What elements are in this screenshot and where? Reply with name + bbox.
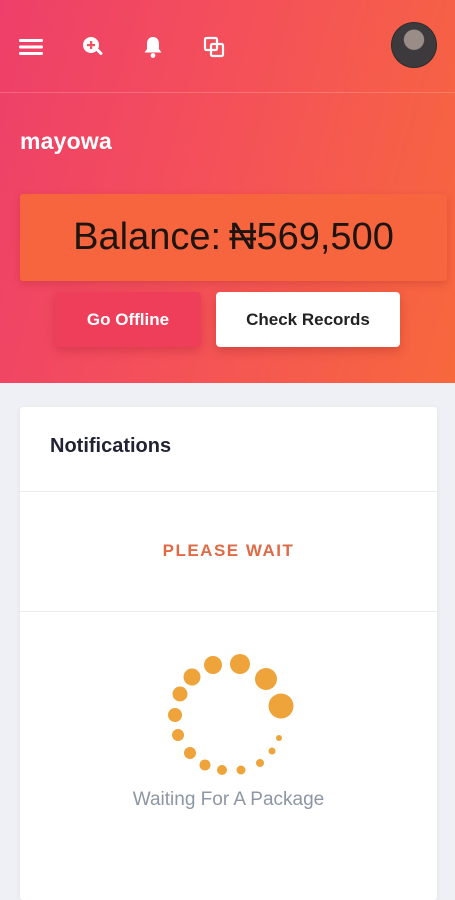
search-plus-icon[interactable] (79, 33, 107, 61)
navbar-divider (0, 92, 455, 93)
balance-card: Balance: ₦569,500 (20, 194, 447, 281)
menu-icon[interactable] (17, 33, 45, 61)
waiting-message: Waiting For A Package (132, 789, 325, 810)
check-records-button[interactable]: Check Records (216, 292, 400, 347)
balance-label: Balance: (73, 216, 222, 258)
loading-spinner-icon (168, 654, 294, 775)
card-divider (20, 491, 437, 492)
go-offline-button[interactable]: Go Offline (55, 292, 201, 347)
username: mayowa (20, 128, 112, 154)
status-text: PLEASE WAIT (162, 541, 295, 560)
notifications-title: Notifications (50, 435, 172, 457)
top-navbar (0, 0, 455, 92)
card-divider (20, 611, 437, 612)
user-avatar[interactable] (391, 22, 437, 68)
balance-amount: ₦569,500 (229, 216, 394, 258)
copy-icon[interactable] (200, 33, 228, 61)
bell-icon[interactable] (139, 33, 167, 61)
header-banner: mayowa Balance: ₦569,500 Go Offline Chec… (0, 0, 455, 383)
notifications-card: Notifications PLEASE WAIT Waiting For A … (20, 407, 437, 900)
